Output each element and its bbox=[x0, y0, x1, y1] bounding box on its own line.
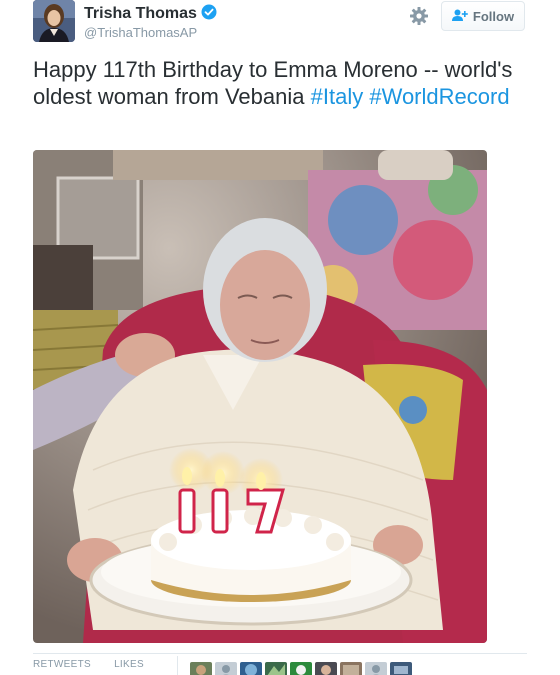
liker-avatar[interactable] bbox=[240, 662, 262, 675]
liker-avatar[interactable] bbox=[365, 662, 387, 675]
liker-avatar[interactable] bbox=[290, 662, 312, 675]
user-name[interactable]: Trisha Thomas bbox=[84, 5, 197, 22]
liker-avatar[interactable] bbox=[215, 662, 237, 675]
verified-badge-icon bbox=[201, 4, 217, 25]
follow-button[interactable]: Follow bbox=[441, 1, 525, 31]
gear-icon[interactable] bbox=[409, 6, 429, 26]
liker-avatar[interactable] bbox=[190, 662, 212, 675]
retweets-label[interactable]: RETWEETS bbox=[33, 659, 91, 670]
liker-avatar[interactable] bbox=[265, 662, 287, 675]
liker-avatar[interactable] bbox=[315, 662, 337, 675]
avatar[interactable] bbox=[33, 0, 75, 42]
stats-separator bbox=[177, 656, 178, 675]
user-handle[interactable]: @TrishaThomasAP bbox=[84, 25, 197, 40]
user-name-row[interactable]: Trisha Thomas bbox=[84, 4, 217, 25]
hashtag-worldrecord[interactable]: #WorldRecord bbox=[369, 84, 509, 109]
liker-avatar[interactable] bbox=[340, 662, 362, 675]
liker-avatar[interactable] bbox=[390, 662, 412, 675]
liker-avatars bbox=[190, 662, 412, 675]
add-user-icon bbox=[451, 9, 468, 24]
likes-label[interactable]: LIKES bbox=[114, 659, 144, 670]
follow-label: Follow bbox=[472, 8, 515, 24]
tweet-photo[interactable] bbox=[33, 150, 487, 643]
tweet-stats: RETWEETS LIKES bbox=[33, 659, 164, 670]
stats-divider bbox=[33, 653, 527, 654]
tweet-header: Trisha Thomas @TrishaThomasAP Follow bbox=[0, 0, 560, 52]
hashtag-italy[interactable]: #Italy bbox=[311, 84, 364, 109]
tweet-text: Happy 117th Birthday to Emma Moreno -- w… bbox=[33, 56, 533, 110]
